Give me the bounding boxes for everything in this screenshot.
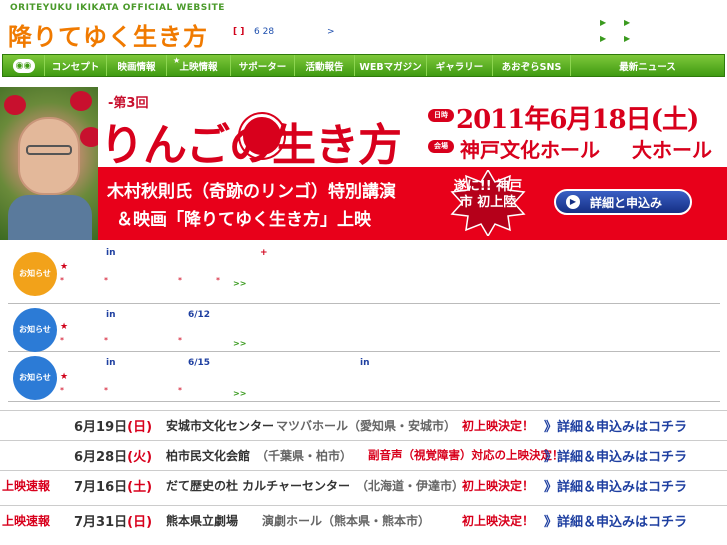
nav-item-gallery[interactable]: ギャラリー [427,55,493,76]
screening-row: 6月19日(日) 安城市文化センター マツバホール（愛知県・安城市） 初上映決定… [0,410,727,439]
banner-title: りんごの生き方 [100,120,402,171]
nav-item-concept[interactable]: コンセプト [45,55,107,76]
details-apply-label: 詳細と申込み [590,195,663,210]
burst-text: 遂に!! 神戸市 初上陸 [453,179,523,210]
screening-row: 上映速報 7月31日(日) 熊本県立劇場 演劇ホール（熊本県・熊本市） 初上映決… [0,505,727,534]
screening-hall: （北海道・伊達市） [356,478,465,493]
notice-bullet: * [178,336,182,345]
banner-lecture-line: 木村秋則氏（奇跡のリンゴ）特別講演 [107,182,396,202]
header-link-arrow-icon[interactable]: ▶ [600,34,606,43]
screening-hall: （千葉県・柏市） [256,448,353,463]
notice-text[interactable]: in [106,310,116,320]
header-link-arrow-icon[interactable]: ▶ [600,18,606,27]
screening-row: 上映速報 7月16日(土) だて歴史の杜 カルチャーセンター （北海道・伊達市）… [0,470,727,499]
screening-date: 6月19日(日) [74,419,153,435]
site-subtitle: ORITEYUKU IKIKATA OFFICIAL WEBSITE [10,3,225,13]
screening-date: 7月31日(日) [74,514,153,530]
star-icon: ★ [60,372,69,382]
site-logo-title[interactable]: 降りてゆく生き方 [8,17,208,52]
notice-item[interactable]: お知らせ ★ in 6/12 * * * >> [8,306,720,352]
screening-note: 副音声（視覚障害）対応の上映決定！ [368,448,564,462]
nav-item-latest-news[interactable]: 最新ニュース [571,55,724,76]
header-link-arrow-icon[interactable]: ▶ [624,34,630,43]
notice-bullet: * [104,276,108,285]
star-icon: ★ [60,322,69,332]
notice-bullet: * [178,386,182,395]
details-link[interactable]: 》詳細＆申込みはコチラ [544,476,687,495]
notice-text[interactable]: in [106,358,116,368]
notice-badge: お知らせ [13,356,57,400]
event-banner[interactable]: -第3回 りんごの生き方 日時 会場 2011年6月18日(土) 神戸文化ホール… [0,87,727,240]
speaker-photo [0,87,102,240]
details-link[interactable]: 》詳細＆申込みはコチラ [544,446,687,465]
site-header: ORITEYUKU IKIKATA OFFICIAL WEBSITE 降りてゆく… [0,0,727,52]
notice-bullet: * [60,386,64,395]
main-nav: ◉◉ コンセプト 映画情報 ★ 上映情報 サポーター 活動報告 WEBマガジン ギ… [2,54,725,77]
nav-item-supporters[interactable]: サポーター [231,55,295,76]
details-link[interactable]: 》詳細＆申込みはコチラ [544,511,687,530]
notice-more-link[interactable]: >> [233,339,246,348]
details-link[interactable]: 》詳細＆申込みはコチラ [544,416,687,435]
screening-note: 初上映決定！ [462,478,535,493]
notice-bullet: * [216,276,220,285]
notice-text-2: in [360,358,370,368]
banner-hall: 大ホール [632,138,712,162]
news-date[interactable]: 6 28 [254,27,274,37]
screening-venue: 熊本県立劇場 [166,513,239,528]
news-more-link[interactable]: > [327,27,335,37]
notice-bullet: * [104,336,108,345]
flash-label: 上映速報 [2,513,51,528]
notice-date: 6/15 [188,358,211,368]
notice-badge: お知らせ [13,308,57,352]
screening-note: 初上映決定！ [462,513,535,528]
screening-date: 6月28日(火) [74,449,153,465]
header-link-arrow-icon[interactable]: ▶ [624,18,630,27]
screening-venue: だて歴史の杜 カルチャーセンター [166,478,351,493]
notice-more-link[interactable]: >> [233,279,246,288]
nav-item-aozora-sns[interactable]: あおぞらSNS [493,55,571,76]
nav-home-icon[interactable]: ◉◉ [3,55,45,76]
banner-screening-line: ＆映画「降りてゆく生き方」上映 [116,210,371,230]
badge-date: 日時 [428,109,454,122]
notice-item[interactable]: お知らせ ★ in + * * * * >> [8,244,720,304]
star-icon: ★ [173,56,181,65]
nav-item-screening-info[interactable]: ★ 上映情報 [167,55,231,76]
notice-badge: お知らせ [13,252,57,296]
notice-extra: + [260,248,268,258]
star-icon: ★ [60,262,69,272]
flash-label: 上映速報 [2,478,51,493]
news-bracket: [ ] [233,27,245,37]
screening-venue: 柏市民文化会館 [166,448,251,463]
screening-note: 初上映決定！ [462,418,535,433]
notice-more-link[interactable]: >> [233,389,246,398]
screening-date: 7月16日(土) [74,479,153,495]
nav-item-film-info[interactable]: 映画情報 [107,55,167,76]
screening-hall: 演劇ホール（熊本県・熊本市） [262,513,431,528]
notice-bullet: * [60,336,64,345]
screening-hall: マツバホール（愛知県・安城市） [276,418,457,433]
nav-item-web-magazine[interactable]: WEBマガジン [355,55,427,76]
notice-bullet: * [60,276,64,285]
screening-venue: 安城市文化センター [166,418,275,433]
details-apply-button[interactable]: ▶ 詳細と申込み [554,189,692,215]
screening-row: 6月28日(火) 柏市民文化会館 （千葉県・柏市） 副音声（視覚障害）対応の上映… [0,440,727,469]
notice-item[interactable]: お知らせ ★ in 6/15 in * * * >> [8,354,720,402]
play-icon: ▶ [566,195,580,209]
badge-venue: 会場 [428,140,454,153]
notice-text[interactable]: in [106,248,116,258]
notice-bullet: * [104,386,108,395]
nav-item-activity-report[interactable]: 活動報告 [295,55,355,76]
banner-date: 2011年6月18日(土) [456,105,699,135]
notice-bullet: * [178,276,182,285]
banner-venue: 神戸文化ホール [460,138,600,162]
notice-date: 6/12 [188,310,211,320]
